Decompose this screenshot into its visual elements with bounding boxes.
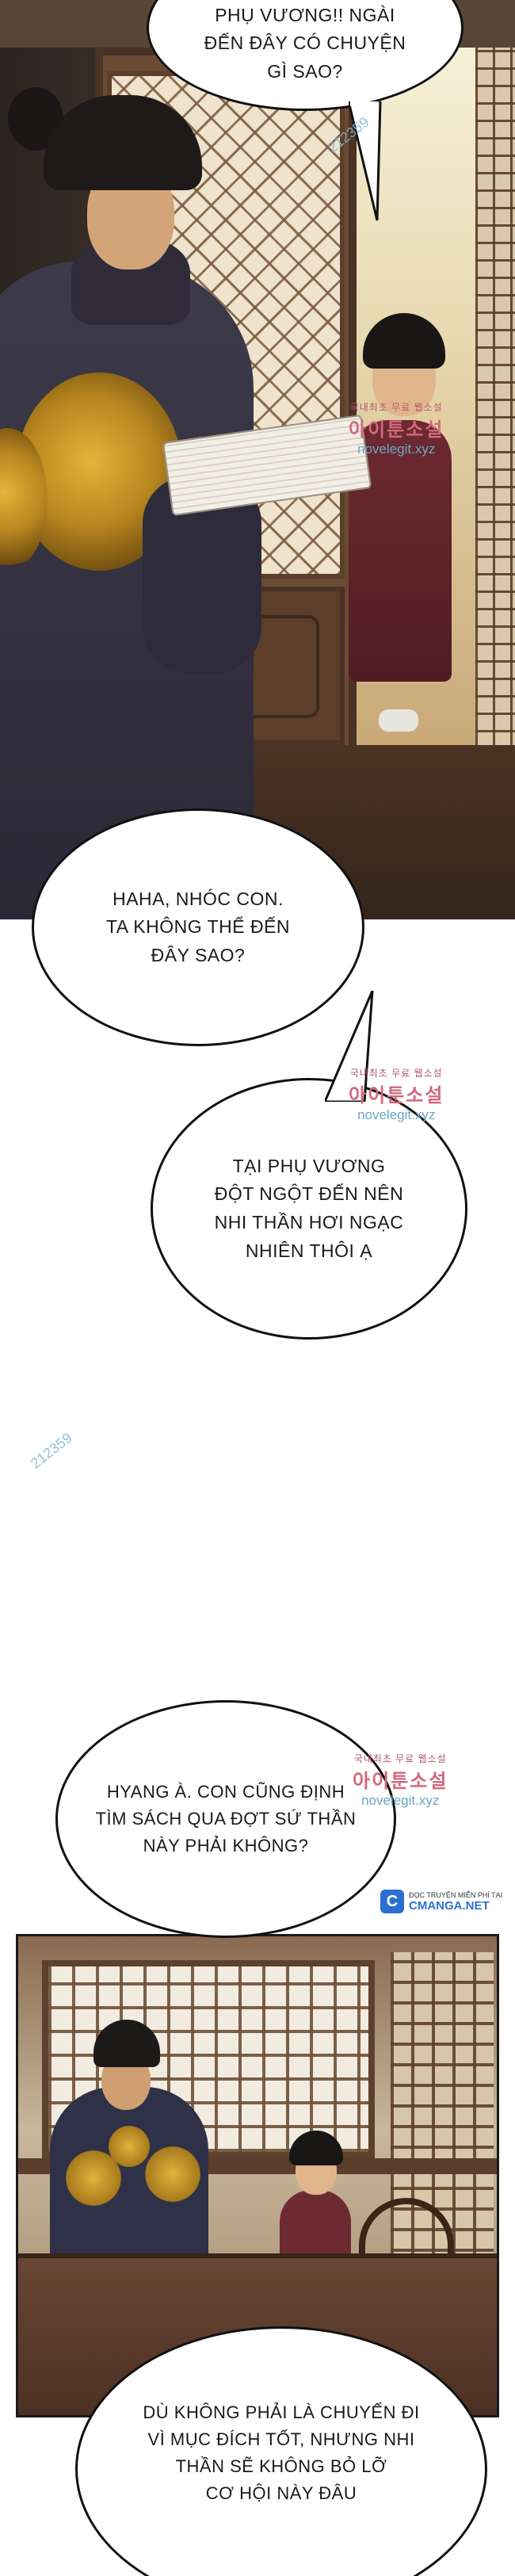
speech-bubble-2: HAHA, NHÓC CON. TA KHÔNG THỂ ĐẾN ĐÂY SAO…: [32, 808, 364, 1046]
dragon-emblem-right: [145, 2138, 200, 2210]
watermark-site-3: 국내최초 무료 웹소설 아이툰소설 novelegit.xyz: [353, 1752, 448, 1809]
watermark-number-2: 212359: [27, 1429, 75, 1472]
speech-text-3: TẠI PHỤ VƯƠNG ĐỘT NGỘT ĐẾN NÊN NHI THẦN …: [214, 1155, 404, 1261]
speech-text-5: DÙ KHÔNG PHẢI LÀ CHUYẾN ĐI VÌ MỤC ĐÍCH T…: [143, 2402, 420, 2504]
watermark-site-top-3: 국내최초 무료 웹소설: [353, 1753, 447, 1764]
watermark-site-top: 국내최초 무료 웹소설: [349, 402, 443, 413]
manhwa-page: PHỤ VƯƠNG!! NGÀI ĐẾN ĐÂY CÓ CHUYỆN GÌ SA…: [0, 0, 515, 2576]
cmanga-name: CMANGA.NET: [409, 1898, 490, 1913]
cmanga-text: ĐỌC TRUYỆN MIỄN PHÍ TẠI CMANGA.NET: [409, 1891, 502, 1913]
watermark-site-name-2: 아이툰소설: [349, 1085, 444, 1106]
watermark-site: 국내최초 무료 웹소설 아이툰소설 novelegit.xyz: [349, 400, 444, 457]
cmanga-small-text: ĐỌC TRUYỆN MIỄN PHÍ TẠI: [409, 1890, 503, 1899]
watermark-site-name: 아이툰소설: [349, 419, 444, 441]
watermark-site-name-3: 아이툰소설: [353, 1771, 448, 1792]
child-shoe: [379, 709, 418, 732]
speech-text-1: PHỤ VƯƠNG!! NGÀI ĐẾN ĐÂY CÓ CHUYỆN GÌ SA…: [204, 4, 406, 82]
watermark-site-top-2: 국내최초 무료 웹소설: [349, 1068, 443, 1079]
speech-bubble-4: HYANG À. CON CŨNG ĐỊNH TÌM SÁCH QUA ĐỢT …: [55, 1700, 396, 1938]
watermark-site-url: novelegit.xyz: [357, 441, 436, 457]
panel-king-visits-child: [0, 0, 515, 919]
cmanga-logo-icon: C: [380, 1890, 404, 1913]
speech-text-2: HAHA, NHÓC CON. TA KHÔNG THỂ ĐẾN ĐÂY SAO…: [105, 888, 291, 965]
dragon-emblem-chest: [105, 2123, 153, 2170]
watermark-site-2: 국내최초 무료 웹소설 아이툰소설 novelegit.xyz: [349, 1066, 444, 1123]
watermark-site-url-3: novelegit.xyz: [361, 1793, 440, 1808]
watermark-site-url-2: novelegit.xyz: [357, 1107, 436, 1122]
speech-text-4: HYANG À. CON CŨNG ĐỊNH TÌM SÁCH QUA ĐỢT …: [95, 1781, 357, 1856]
cmanga-watermark: C ĐỌC TRUYỆN MIỄN PHÍ TẠI CMANGA.NET: [380, 1886, 507, 1917]
